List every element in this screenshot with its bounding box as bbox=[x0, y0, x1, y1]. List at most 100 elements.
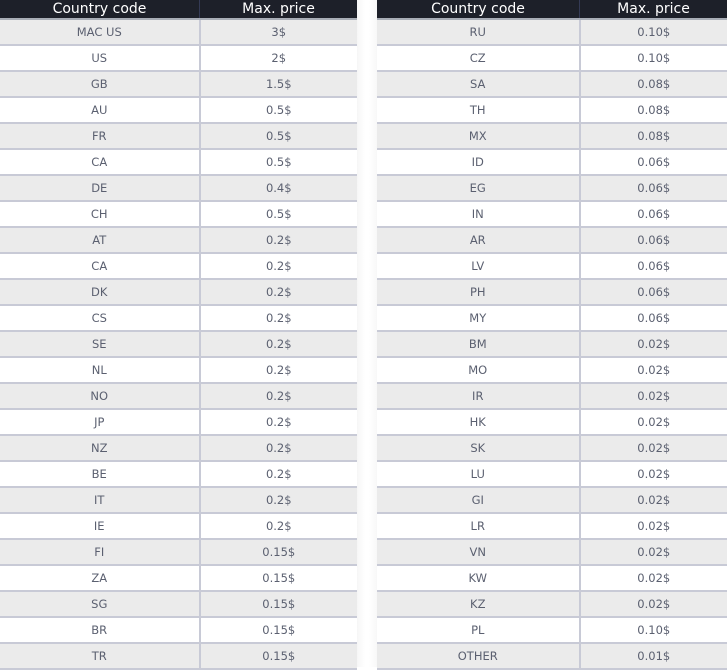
table-row: CH0.5$ bbox=[0, 201, 357, 227]
max-price-cell: 0.2$ bbox=[200, 331, 358, 357]
country-code-cell: PH bbox=[377, 279, 580, 305]
table-row: IR0.02$ bbox=[377, 383, 727, 409]
max-price-cell: 0.5$ bbox=[200, 97, 358, 123]
table-row: AT0.2$ bbox=[0, 227, 357, 253]
country-code-cell: AU bbox=[0, 97, 200, 123]
max-price-cell: 0.02$ bbox=[580, 435, 727, 461]
max-price-cell: 0.2$ bbox=[200, 513, 358, 539]
table-header-row: Country code Max. price bbox=[0, 0, 357, 19]
country-code-cell: BE bbox=[0, 461, 200, 487]
table-row: SE0.2$ bbox=[0, 331, 357, 357]
table-row: AU0.5$ bbox=[0, 97, 357, 123]
country-code-cell: SG bbox=[0, 591, 200, 617]
country-code-cell: AR bbox=[377, 227, 580, 253]
max-price-cell: 0.06$ bbox=[580, 253, 727, 279]
max-price-cell: 0.02$ bbox=[580, 461, 727, 487]
country-code-cell: MO bbox=[377, 357, 580, 383]
country-code-cell: BM bbox=[377, 331, 580, 357]
max-price-cell: 0.02$ bbox=[580, 409, 727, 435]
table-row: MO0.02$ bbox=[377, 357, 727, 383]
max-price-cell: 0.02$ bbox=[580, 357, 727, 383]
max-price-cell: 0.02$ bbox=[580, 513, 727, 539]
country-code-cell: DE bbox=[0, 175, 200, 201]
country-code-cell: GB bbox=[0, 71, 200, 97]
table-row: NO0.2$ bbox=[0, 383, 357, 409]
country-code-cell: FR bbox=[0, 123, 200, 149]
table-row: SG0.15$ bbox=[0, 591, 357, 617]
country-code-cell: MX bbox=[377, 123, 580, 149]
table-row: CS0.2$ bbox=[0, 305, 357, 331]
country-code-cell: IN bbox=[377, 201, 580, 227]
table-row: RU0.10$ bbox=[377, 19, 727, 45]
country-code-cell: LU bbox=[377, 461, 580, 487]
table-row: DK0.2$ bbox=[0, 279, 357, 305]
country-code-cell: KZ bbox=[377, 591, 580, 617]
country-code-cell: CH bbox=[0, 201, 200, 227]
table-row: AR0.06$ bbox=[377, 227, 727, 253]
table-row: GI0.02$ bbox=[377, 487, 727, 513]
table-gap bbox=[357, 0, 377, 667]
table-row: PH0.06$ bbox=[377, 279, 727, 305]
country-code-cell: PL bbox=[377, 617, 580, 643]
max-price-cell: 0.15$ bbox=[200, 617, 358, 643]
table-body: RU0.10$CZ0.10$SA0.08$TH0.08$MX0.08$ID0.0… bbox=[377, 19, 727, 669]
max-price-cell: 0.01$ bbox=[580, 643, 727, 669]
country-code-cell: NL bbox=[0, 357, 200, 383]
max-price-cell: 0.10$ bbox=[580, 617, 727, 643]
max-price-cell: 0.06$ bbox=[580, 201, 727, 227]
table-row: IN0.06$ bbox=[377, 201, 727, 227]
table-header-row: Country code Max. price bbox=[377, 0, 727, 19]
country-code-cell: ID bbox=[377, 149, 580, 175]
table-row: JP0.2$ bbox=[0, 409, 357, 435]
country-code-cell: CA bbox=[0, 149, 200, 175]
max-price-cell: 0.02$ bbox=[580, 331, 727, 357]
table-row: KZ0.02$ bbox=[377, 591, 727, 617]
country-code-cell: LV bbox=[377, 253, 580, 279]
table-row: IE0.2$ bbox=[0, 513, 357, 539]
max-price-cell: 0.02$ bbox=[580, 539, 727, 565]
max-price-cell: 0.2$ bbox=[200, 461, 358, 487]
country-code-cell: FI bbox=[0, 539, 200, 565]
table-row: CA0.5$ bbox=[0, 149, 357, 175]
max-price-cell: 0.2$ bbox=[200, 357, 358, 383]
table-row: LU0.02$ bbox=[377, 461, 727, 487]
table-row: HK0.02$ bbox=[377, 409, 727, 435]
max-price-cell: 0.2$ bbox=[200, 253, 358, 279]
table-row: VN0.02$ bbox=[377, 539, 727, 565]
column-header-country-code[interactable]: Country code bbox=[0, 0, 200, 19]
max-price-cell: 0.15$ bbox=[200, 591, 358, 617]
country-code-cell: CA bbox=[0, 253, 200, 279]
column-header-max-price[interactable]: Max. price bbox=[200, 0, 358, 19]
column-header-max-price[interactable]: Max. price bbox=[580, 0, 727, 19]
country-code-cell: TR bbox=[0, 643, 200, 669]
country-code-cell: CS bbox=[0, 305, 200, 331]
table-row: NL0.2$ bbox=[0, 357, 357, 383]
table-row: FR0.5$ bbox=[0, 123, 357, 149]
max-price-cell: 0.2$ bbox=[200, 435, 358, 461]
country-code-cell: CZ bbox=[377, 45, 580, 71]
table-row: LV0.06$ bbox=[377, 253, 727, 279]
column-header-country-code[interactable]: Country code bbox=[377, 0, 580, 19]
table-row: PL0.10$ bbox=[377, 617, 727, 643]
country-code-cell: MAC US bbox=[0, 19, 200, 45]
max-price-cell: 0.02$ bbox=[580, 383, 727, 409]
max-price-cell: 3$ bbox=[200, 19, 358, 45]
max-price-cell: 0.06$ bbox=[580, 305, 727, 331]
country-code-cell: OTHER bbox=[377, 643, 580, 669]
max-price-cell: 0.15$ bbox=[200, 539, 358, 565]
max-price-cell: 0.06$ bbox=[580, 227, 727, 253]
max-price-cell: 0.4$ bbox=[200, 175, 358, 201]
table-row: TR0.15$ bbox=[0, 643, 357, 669]
table-row: EG0.06$ bbox=[377, 175, 727, 201]
table-row: OTHER0.01$ bbox=[377, 643, 727, 669]
country-code-cell: US bbox=[0, 45, 200, 71]
country-code-cell: BR bbox=[0, 617, 200, 643]
max-price-cell: 1.5$ bbox=[200, 71, 358, 97]
table-row: LR0.02$ bbox=[377, 513, 727, 539]
max-price-cell: 0.08$ bbox=[580, 123, 727, 149]
table-row: US2$ bbox=[0, 45, 357, 71]
max-price-cell: 0.02$ bbox=[580, 565, 727, 591]
max-price-cell: 0.06$ bbox=[580, 149, 727, 175]
price-table-left: Country code Max. price MAC US3$US2$GB1.… bbox=[0, 0, 357, 670]
table-row: ID0.06$ bbox=[377, 149, 727, 175]
